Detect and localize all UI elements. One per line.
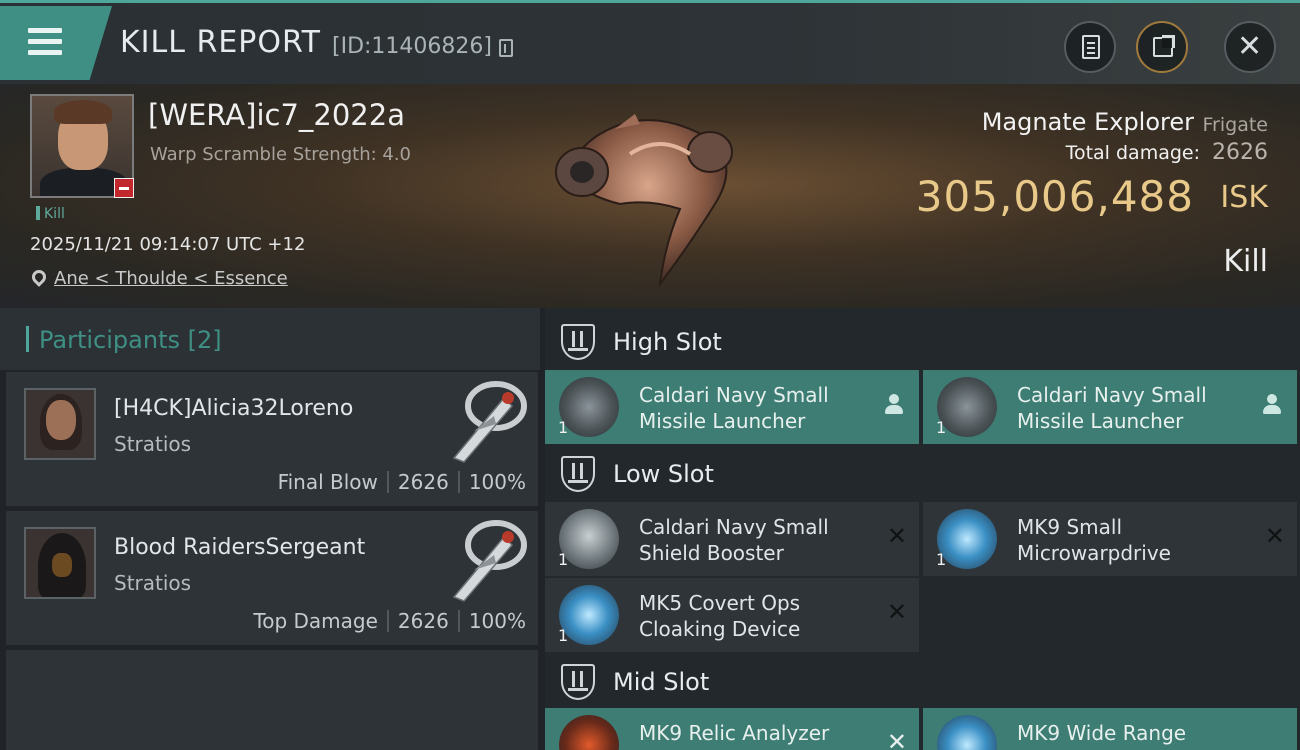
participants-empty-row	[6, 650, 538, 750]
module-name: MK9 Wide Range	[1017, 721, 1187, 745]
participant-damage: 2626	[397, 470, 449, 494]
high-slot-label: High Slot	[613, 328, 722, 356]
location-pin-icon	[29, 267, 49, 287]
relic-analyzer-icon	[559, 715, 619, 750]
module-item[interactable]: MK9 Relic Analyzer ✕	[545, 708, 919, 750]
total-damage-value: 2626	[1212, 140, 1268, 165]
participant-portrait[interactable]	[24, 388, 96, 460]
total-damage-label: Total damage:	[1065, 142, 1200, 164]
corp-badge-icon	[114, 178, 134, 198]
module-count: 1	[936, 418, 947, 437]
participant-ship: Stratios	[114, 571, 192, 595]
participant-card[interactable]: [H4CK]Alicia32Loreno Stratios Final Blow…	[6, 372, 538, 506]
module-count: 1	[558, 550, 569, 569]
stats-divider	[386, 610, 389, 632]
top-bar: KILL REPORT [ID:11406826] ✕	[0, 0, 1300, 84]
kill-result: Kill	[1223, 244, 1268, 279]
low-slot-icon	[561, 456, 595, 492]
victim-ship-class: Frigate	[1202, 114, 1268, 136]
module-name: Caldari Navy Small Missile Launcher	[1017, 383, 1207, 433]
module-item[interactable]: 1 Caldari Navy Small Missile Launcher	[545, 370, 919, 444]
menu-button[interactable]	[0, 6, 112, 80]
close-button[interactable]: ✕	[1224, 21, 1276, 73]
low-slot-label: Low Slot	[613, 460, 714, 488]
report-id: [ID:11406826]	[332, 34, 492, 59]
participant-stats: Final Blow 2626 100%	[278, 470, 526, 494]
portrait-hair	[54, 100, 112, 124]
wide-range-icon	[937, 715, 997, 750]
share-button[interactable]	[1136, 21, 1188, 73]
stats-divider	[457, 471, 460, 493]
module-count: 1	[558, 418, 569, 437]
mid-slot-label: Mid Slot	[613, 668, 710, 696]
participant-stats: Top Damage 2626 100%	[253, 609, 526, 633]
module-name: Caldari Navy Small Shield Booster	[639, 515, 829, 565]
participant-portrait[interactable]	[24, 527, 96, 599]
participant-percent: 100%	[468, 470, 526, 494]
module-item[interactable]: 1 MK9 Small Microwarpdrive ✕	[923, 502, 1297, 576]
participants-panel: Participants [2] [H4CK]Alicia32Loreno St…	[0, 308, 545, 750]
close-icon: ✕	[1237, 29, 1263, 64]
victim-name: [WERA]ic7_2022a	[148, 98, 405, 132]
document-icon	[1082, 35, 1100, 59]
module-count: 1	[936, 550, 947, 569]
module-name: Caldari Navy Small Missile Launcher	[639, 383, 829, 433]
participant-ship-image	[452, 520, 527, 602]
module-item[interactable]: 1 Caldari Navy Small Shield Booster ✕	[545, 502, 919, 576]
victim-ship-name[interactable]: Magnate Explorer	[982, 108, 1194, 136]
low-slot-header: Low Slot	[545, 442, 1300, 504]
isk-value: 305,006,488	[915, 172, 1194, 221]
participant-name: Blood RaidersSergeant	[114, 535, 366, 560]
kill-tag: Kill	[36, 206, 65, 222]
portrait-face	[46, 400, 76, 440]
high-slot-icon	[561, 324, 595, 360]
document-button[interactable]	[1064, 21, 1116, 73]
module-name: MK9 Relic Analyzer	[639, 721, 830, 745]
module-count: 1	[558, 626, 569, 645]
destroyed-x-icon: ✕	[1264, 522, 1285, 550]
isk-unit: ISK	[1220, 180, 1268, 215]
participant-percent: 100%	[468, 609, 526, 633]
participant-role: Final Blow	[277, 470, 378, 494]
mid-slot-icon	[561, 664, 595, 700]
menu-icon-bar	[28, 39, 62, 44]
module-item[interactable]: 1 MK5 Covert Ops Cloaking Device ✕	[545, 578, 919, 652]
participants-title: Participants [2]	[26, 326, 222, 354]
module-item[interactable]: MK9 Wide Range	[923, 708, 1297, 750]
portrait-mask	[52, 553, 72, 577]
share-icon	[1153, 35, 1175, 57]
copy-icon[interactable]	[499, 39, 513, 57]
dropped-person-icon	[885, 394, 903, 416]
stats-divider	[386, 471, 389, 493]
destroyed-x-icon: ✕	[886, 728, 907, 750]
participant-ship: Stratios	[114, 432, 192, 456]
kill-datetime: 2025/11/21 09:14:07 UTC +12	[30, 234, 306, 255]
module-name: MK5 Covert Ops Cloaking Device	[639, 591, 801, 641]
participant-ship-image	[452, 381, 527, 463]
stats-divider	[457, 610, 460, 632]
page-title: KILL REPORT	[120, 25, 321, 60]
destroyed-x-icon: ✕	[886, 522, 907, 550]
high-slot-header: High Slot	[545, 310, 1300, 372]
fitting-panel: High Slot 1 Caldari Navy Small Missile L…	[545, 308, 1300, 750]
warp-scramble-strength: Warp Scramble Strength: 4.0	[150, 144, 412, 165]
menu-icon-bar	[28, 50, 62, 55]
participants-header: Participants [2]	[0, 308, 540, 370]
menu-icon	[28, 28, 62, 33]
victim-banner: [WERA]ic7_2022a Warp Scramble Strength: …	[0, 84, 1300, 308]
module-name: MK9 Small Microwarpdrive	[1017, 515, 1171, 565]
destroyed-x-icon: ✕	[886, 598, 907, 626]
dropped-person-icon	[1263, 394, 1281, 416]
participant-role: Top Damage	[253, 609, 378, 633]
kill-location-link[interactable]: Ane < Thoulde < Essence	[54, 268, 288, 289]
participant-card[interactable]: Blood RaidersSergeant Stratios Top Damag…	[6, 511, 538, 645]
victim-ship-image	[555, 114, 733, 288]
participant-damage: 2626	[397, 609, 449, 633]
participant-name: [H4CK]Alicia32Loreno	[114, 396, 354, 421]
module-item[interactable]: 1 Caldari Navy Small Missile Launcher	[923, 370, 1297, 444]
mid-slot-header: Mid Slot	[545, 650, 1300, 712]
